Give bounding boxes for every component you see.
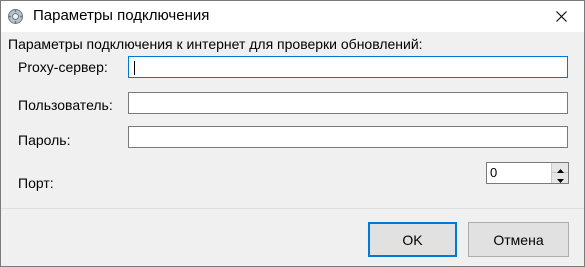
proxy-label: Proxy-сервер: <box>18 59 108 75</box>
proxy-input[interactable] <box>128 56 568 78</box>
port-label: Порт: <box>18 175 54 191</box>
user-input[interactable] <box>128 92 568 114</box>
divider <box>1 208 584 209</box>
password-label: Пароль: <box>18 132 71 148</box>
close-button[interactable] <box>538 1 584 32</box>
port-spinner[interactable]: 0 <box>486 162 569 184</box>
settings-caption: Параметры подключения к интернет для про… <box>8 36 423 52</box>
cancel-button[interactable]: Отмена <box>468 222 569 257</box>
ok-button[interactable]: OK <box>368 222 457 257</box>
arrow-down-icon <box>556 170 564 186</box>
close-icon <box>555 9 567 25</box>
password-input[interactable] <box>128 126 568 148</box>
dialog-window: Параметры подключения Параметры подключе… <box>0 0 585 267</box>
user-label: Пользователь: <box>18 97 113 113</box>
window-title: Параметры подключения <box>33 7 210 24</box>
gear-globe-icon <box>7 8 24 25</box>
title-bar[interactable]: Параметры подключения <box>1 1 584 32</box>
spin-down-button[interactable] <box>551 173 568 183</box>
port-value[interactable]: 0 <box>490 165 497 180</box>
text-caret <box>134 61 135 75</box>
